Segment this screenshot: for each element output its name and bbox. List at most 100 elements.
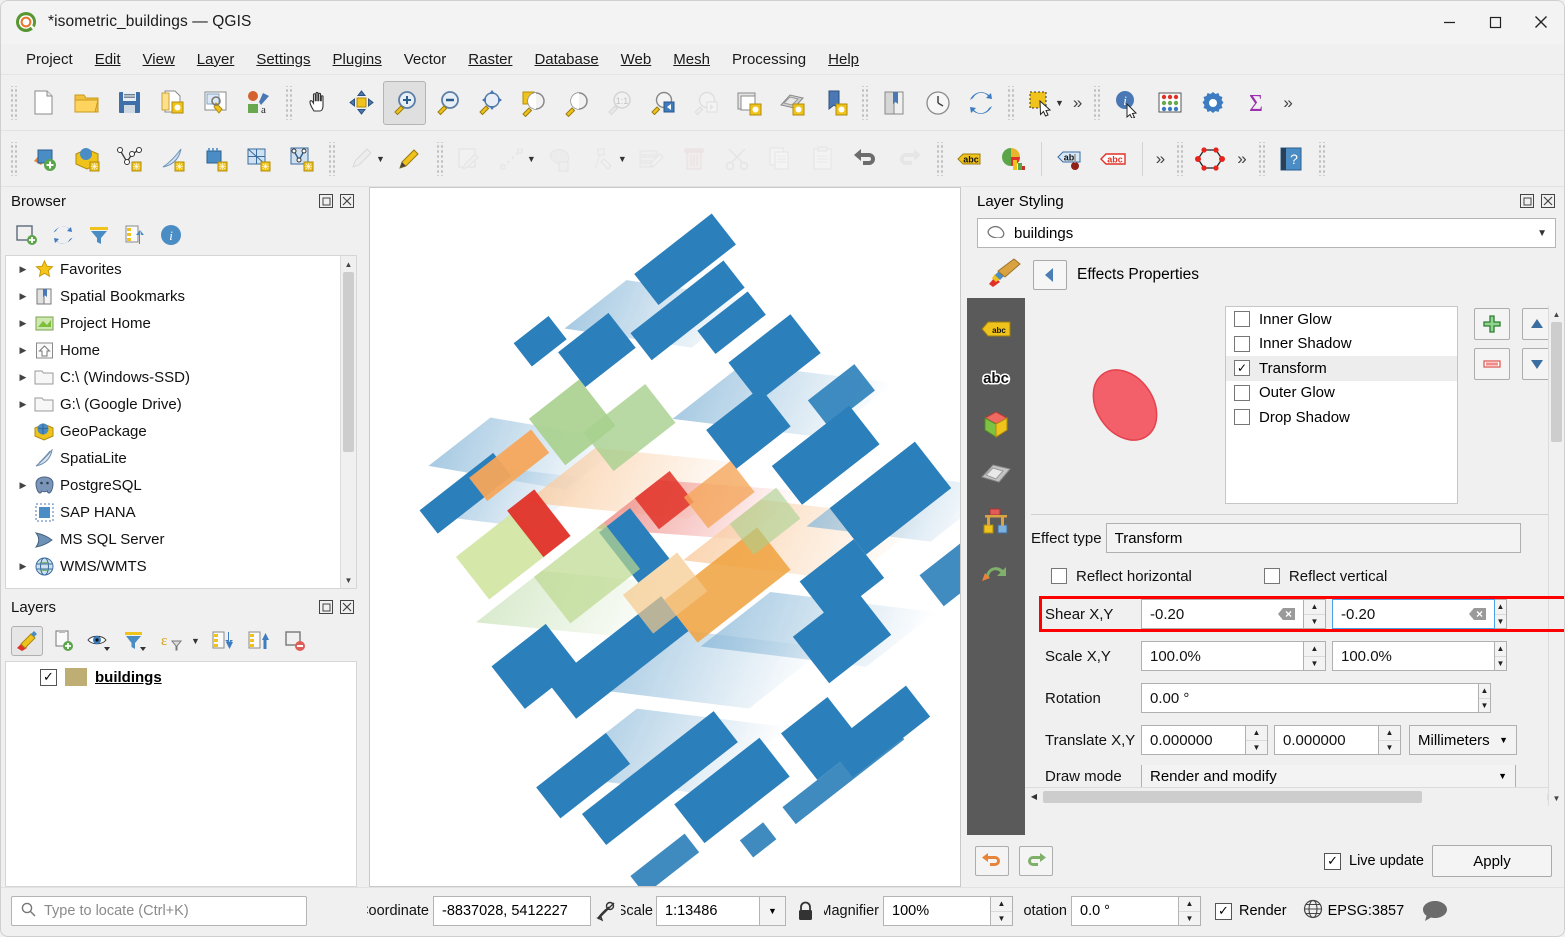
map-canvas[interactable]: [369, 187, 961, 887]
add-group-icon[interactable]: [47, 626, 79, 656]
labels-icon[interactable]: abc: [979, 312, 1013, 346]
float-panel-icon[interactable]: [1519, 193, 1535, 209]
delete-selected-icon[interactable]: [673, 137, 716, 181]
form-horizontal-scrollbar[interactable]: ◀ ▶: [1025, 787, 1560, 805]
scale-dropdown-arrow[interactable]: ▼: [760, 896, 786, 926]
actions-icon[interactable]: [979, 552, 1013, 586]
refresh-icon[interactable]: [959, 81, 1002, 125]
add-layer-icon[interactable]: [11, 220, 43, 250]
translate-y-spinner[interactable]: ▲▼: [1379, 725, 1401, 755]
layer-visibility-checkbox[interactable]: ✓: [40, 669, 57, 686]
expand-arrow-icon[interactable]: ▶: [14, 480, 32, 491]
magnifier-spinner[interactable]: ▲▼: [991, 896, 1013, 926]
shear-x-spinner[interactable]: ▲▼: [1304, 599, 1326, 629]
effect-row-inner-shadow[interactable]: Inner Shadow: [1226, 332, 1457, 357]
float-panel-icon[interactable]: [318, 599, 334, 615]
translate-y-input[interactable]: 0.000000: [1274, 725, 1379, 755]
new-map-view-icon[interactable]: [727, 81, 770, 125]
options-gear-icon[interactable]: [1191, 81, 1234, 125]
zoom-in-icon[interactable]: [383, 81, 426, 125]
toolbar-grip[interactable]: [9, 142, 18, 176]
elevation-icon[interactable]: [979, 456, 1013, 490]
browser-item-postgresql[interactable]: ▶PostgreSQL: [6, 472, 340, 499]
zoom-out-icon[interactable]: [426, 81, 469, 125]
expand-arrow-icon[interactable]: ▶: [14, 345, 32, 356]
toolbar-grip[interactable]: [1006, 86, 1015, 120]
new-3d-map-view-icon[interactable]: [770, 81, 813, 125]
layer-row-buildings[interactable]: ✓ buildings: [6, 662, 356, 692]
zoom-last-icon[interactable]: [641, 81, 684, 125]
live-update-checkbox[interactable]: ✓: [1324, 853, 1341, 870]
expand-arrow-icon[interactable]: ▶: [14, 291, 32, 302]
close-panel-icon[interactable]: [1540, 193, 1556, 209]
browser-item-geopackage[interactable]: GeoPackage: [6, 418, 340, 445]
refresh-icon[interactable]: [47, 220, 79, 250]
expand-arrow-icon[interactable]: ▶: [14, 264, 32, 275]
scale-y-input[interactable]: 100.0%: [1332, 641, 1495, 671]
spin-down-icon[interactable]: ▼: [1379, 741, 1400, 755]
close-panel-icon[interactable]: [339, 193, 355, 209]
save-project-as-icon[interactable]: [151, 81, 194, 125]
menu-layer[interactable]: Layer: [186, 47, 246, 72]
effect-row-drop-shadow[interactable]: Drop Shadow: [1226, 405, 1457, 430]
redo-icon[interactable]: [1019, 846, 1053, 876]
masks-icon[interactable]: abc: [979, 360, 1013, 394]
spin-down-icon[interactable]: ▼: [1479, 699, 1490, 713]
menu-settings[interactable]: Settings: [245, 47, 321, 72]
3d-view-icon[interactable]: [979, 408, 1013, 442]
paste-features-icon[interactable]: [802, 137, 845, 181]
scroll-left-button[interactable]: ◀: [1025, 788, 1043, 806]
browser-vertical-scrollbar[interactable]: ▲ ▼: [340, 256, 356, 588]
toolbar-overflow-3[interactable]: »: [1150, 149, 1171, 169]
spin-down-icon[interactable]: ▼: [1304, 615, 1325, 629]
pin-labels-icon[interactable]: ab: [1049, 137, 1092, 181]
remove-effect-button[interactable]: [1474, 348, 1510, 380]
draw-mode-combobox[interactable]: Render and modify ▼: [1141, 765, 1516, 787]
effect-row-inner-glow[interactable]: Inner Glow: [1226, 307, 1457, 332]
clear-icon[interactable]: [1468, 607, 1487, 621]
toolbar-overflow-4[interactable]: »: [1231, 149, 1252, 169]
spin-down-icon[interactable]: ▼: [1246, 741, 1267, 755]
scale-field[interactable]: 1:13486: [656, 896, 760, 926]
remove-layer-icon[interactable]: [279, 626, 311, 656]
new-project-icon[interactable]: [22, 81, 65, 125]
scale-x-spinner[interactable]: ▲▼: [1304, 641, 1326, 671]
translate-x-input[interactable]: 0.000000: [1141, 725, 1246, 755]
effect-enable-checkbox[interactable]: [1234, 409, 1250, 425]
add-vector-layer-icon[interactable]: [22, 137, 65, 181]
toolbar-grip[interactable]: [1175, 142, 1184, 176]
spin-up-icon[interactable]: ▲: [991, 897, 1012, 912]
toolbar-grip[interactable]: [1317, 142, 1326, 176]
browser-item-c-windows-ssd[interactable]: ▶C:\ (Windows-SSD): [6, 364, 340, 391]
zoom-next-icon[interactable]: [684, 81, 727, 125]
pan-to-selection-icon[interactable]: [340, 81, 383, 125]
browser-item-spatialite[interactable]: SpatiaLite: [6, 445, 340, 472]
menu-plugins[interactable]: Plugins: [322, 47, 393, 72]
spin-up-icon[interactable]: ▲: [1179, 897, 1200, 912]
chevron-down-icon[interactable]: ▼: [1537, 228, 1547, 239]
spin-down-icon[interactable]: ▼: [1495, 615, 1506, 629]
spin-up-icon[interactable]: ▲: [1304, 600, 1325, 615]
reflect-horizontal-checkbox[interactable]: [1051, 568, 1067, 584]
effect-enable-checkbox[interactable]: ✓: [1234, 360, 1250, 376]
undo-icon[interactable]: [845, 137, 888, 181]
show-labels-icon[interactable]: abc: [948, 137, 991, 181]
scroll-down-button[interactable]: ▼: [1549, 790, 1564, 806]
add-polygon-feature-icon[interactable]: [539, 137, 582, 181]
add-virtual-layer-icon[interactable]: ✳: [280, 137, 323, 181]
rotation-input[interactable]: 0.00 °: [1141, 683, 1479, 713]
chevron-down-icon[interactable]: ▼: [1499, 735, 1508, 745]
maximize-button[interactable]: [1472, 1, 1518, 44]
spin-up-icon[interactable]: ▲: [1379, 726, 1400, 741]
chevron-down-icon[interactable]: ▼: [1055, 98, 1064, 108]
browser-item-wms-wmts[interactable]: ▶WMS/WMTS: [6, 553, 340, 580]
layer-selector-combobox[interactable]: buildings ▼: [977, 218, 1556, 248]
highlight-labels-icon[interactable]: abc: [1092, 137, 1135, 181]
expand-arrow-icon[interactable]: ▶: [14, 399, 32, 410]
close-panel-icon[interactable]: [339, 599, 355, 615]
nodes-shape-icon[interactable]: [1188, 137, 1231, 181]
expand-arrow-icon[interactable]: ▶: [14, 372, 32, 383]
spin-up-icon[interactable]: ▲: [1246, 726, 1267, 741]
crs-group[interactable]: EPSG:3857: [1303, 899, 1405, 923]
toolbar-grip[interactable]: [1257, 142, 1266, 176]
